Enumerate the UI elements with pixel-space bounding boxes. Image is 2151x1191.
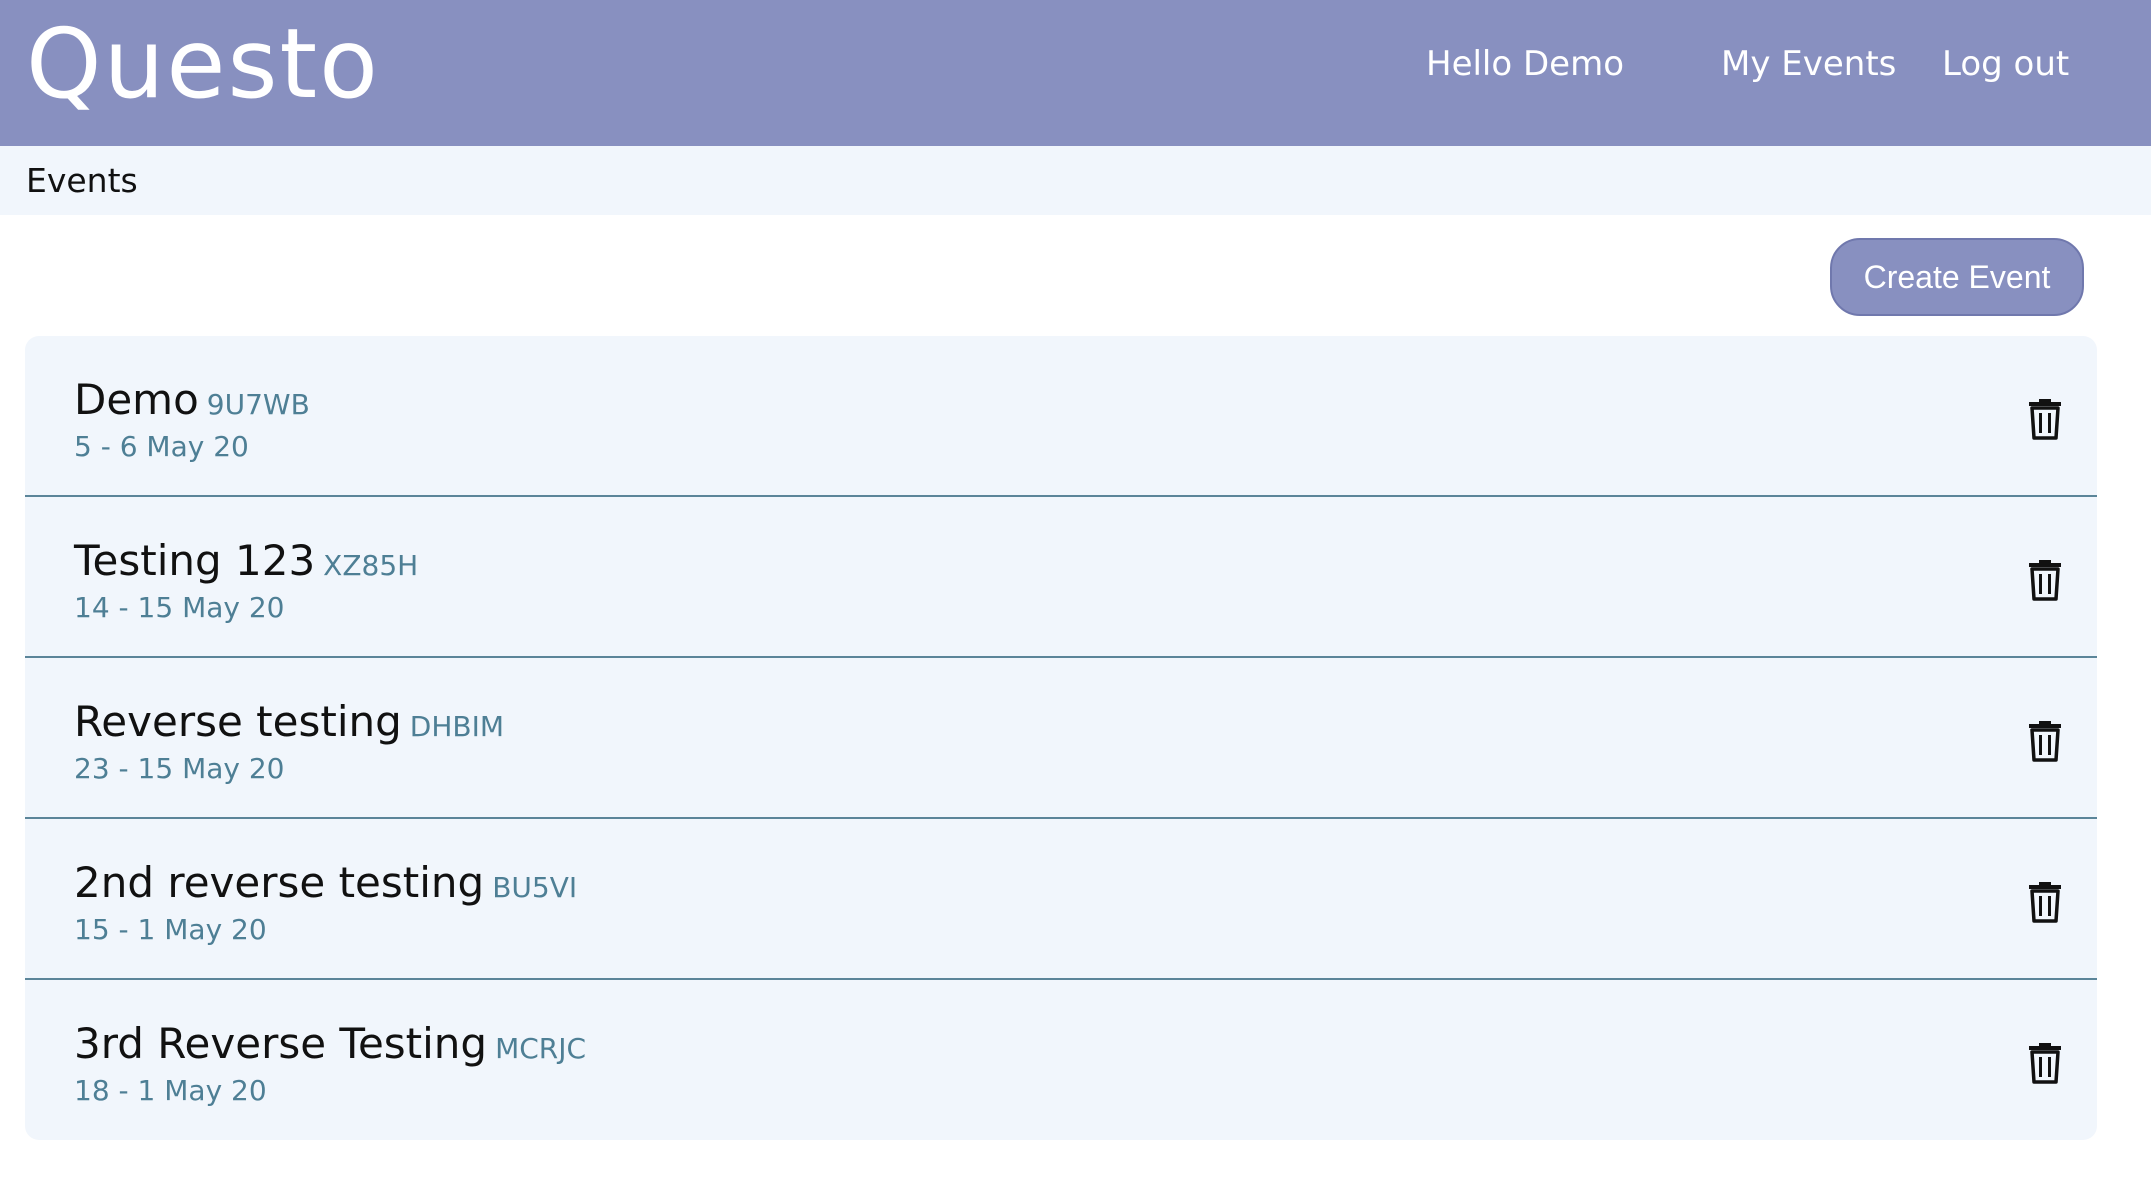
event-name[interactable]: Reverse testing xyxy=(74,697,402,746)
event-dates: 14 - 15 May 20 xyxy=(74,591,285,624)
my-events-link[interactable]: My Events xyxy=(1721,42,1896,86)
event-title-line: Demo 9U7WB xyxy=(74,374,310,431)
event-dates: 18 - 1 May 20 xyxy=(74,1074,267,1107)
trash-icon[interactable] xyxy=(2025,396,2065,440)
event-name[interactable]: Testing 123 xyxy=(74,536,315,585)
event-code: BU5VI xyxy=(492,871,578,904)
event-dates: 5 - 6 May 20 xyxy=(74,430,249,463)
event-row[interactable]: 2nd reverse testing BU5VI 15 - 1 May 20 xyxy=(25,819,2097,980)
trash-icon[interactable] xyxy=(2025,718,2065,762)
event-code: XZ85H xyxy=(323,549,419,582)
trash-icon[interactable] xyxy=(2025,1040,2065,1084)
event-title-line: Testing 123 XZ85H xyxy=(74,535,418,592)
create-event-button[interactable]: Create Event xyxy=(1830,238,2084,316)
event-code: DHBIM xyxy=(409,710,505,743)
event-title-line: 2nd reverse testing BU5VI xyxy=(74,857,577,914)
event-title-line: 3rd Reverse Testing MCRJC xyxy=(74,1018,586,1075)
top-header: Questo Hello Demo My Events Log out xyxy=(0,0,2151,146)
event-title-line: Reverse testing DHBIM xyxy=(74,696,504,753)
event-row[interactable]: Reverse testing DHBIM 23 - 15 May 20 xyxy=(25,658,2097,819)
event-code: MCRJC xyxy=(495,1032,587,1065)
breadcrumb: Events xyxy=(0,146,2151,215)
event-name[interactable]: Demo xyxy=(74,375,199,424)
user-greeting: Hello Demo xyxy=(1426,44,1625,84)
app-logo[interactable]: Questo xyxy=(26,8,380,120)
log-out-link[interactable]: Log out xyxy=(1942,42,2069,86)
event-row[interactable]: 3rd Reverse Testing MCRJC 18 - 1 May 20 xyxy=(25,980,2097,1140)
event-row[interactable]: Demo 9U7WB 5 - 6 May 20 xyxy=(25,336,2097,497)
event-name[interactable]: 3rd Reverse Testing xyxy=(74,1019,487,1068)
event-dates: 23 - 15 May 20 xyxy=(74,752,285,785)
page-title: Events xyxy=(26,161,138,200)
event-name[interactable]: 2nd reverse testing xyxy=(74,858,484,907)
event-code: 9U7WB xyxy=(206,388,310,421)
trash-icon[interactable] xyxy=(2025,557,2065,601)
event-list: Demo 9U7WB 5 - 6 May 20 Testing 123 XZ85H … xyxy=(25,336,2097,1140)
event-row[interactable]: Testing 123 XZ85H 14 - 15 May 20 xyxy=(25,497,2097,658)
trash-icon[interactable] xyxy=(2025,879,2065,923)
event-dates: 15 - 1 May 20 xyxy=(74,913,267,946)
